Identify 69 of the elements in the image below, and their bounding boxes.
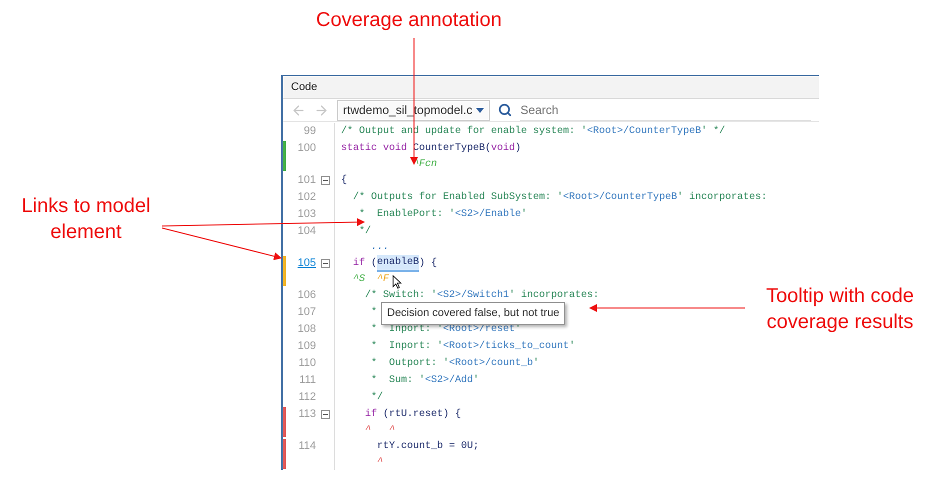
- line-number: 99: [304, 124, 316, 140]
- line-number: 100: [298, 141, 316, 156]
- line-number: 107: [298, 305, 316, 320]
- coverage-annotation[interactable]: ^S: [341, 272, 366, 287]
- code-token: ': [473, 374, 480, 388]
- caret-icon: [476, 108, 484, 112]
- collapse-icon[interactable]: [321, 410, 330, 419]
- code-token: * Sum: ': [370, 374, 426, 388]
- model-link[interactable]: <Root>/CounterTypeB: [563, 190, 678, 205]
- line-number: 114: [298, 439, 316, 454]
- code-token: */: [358, 224, 372, 239]
- collapse-icon[interactable]: [321, 259, 330, 268]
- code-token: (rtU.reset) {: [383, 408, 462, 422]
- line-number: 108: [298, 322, 316, 338]
- code-token: (: [371, 256, 378, 271]
- code-token: * Outport: ': [370, 356, 450, 371]
- coverage-annotation[interactable]: ^: [371, 423, 396, 438]
- coverage-annotation[interactable]: ^: [341, 423, 372, 438]
- line-number: 109: [298, 339, 316, 354]
- code-token: rtY.count_b = 0U;: [376, 440, 480, 454]
- code-token: if: [364, 408, 378, 422]
- model-link[interactable]: <S2>/Add: [425, 373, 474, 388]
- callout-label: Links to model element: [20, 194, 152, 245]
- line-number[interactable]: 105: [298, 255, 316, 272]
- code-token: ): [515, 142, 522, 156]
- line-number: 110: [298, 356, 316, 372]
- search-field[interactable]: Search: [520, 100, 811, 120]
- code-token: if: [352, 256, 366, 271]
- tooltip: Decision covered false, but not true: [381, 302, 566, 324]
- code-token: {: [341, 174, 348, 188]
- code-token: ' incorporates:: [509, 288, 600, 303]
- code-token: static void: [341, 142, 408, 156]
- window-title: Code: [291, 80, 318, 95]
- code-token: void: [491, 142, 516, 156]
- model-link[interactable]: <Root>/ticks_to_count: [443, 339, 570, 354]
- code-token: * Inport: ': [370, 340, 444, 354]
- model-link[interactable]: <Root>/reset: [443, 322, 516, 337]
- code-token: ': [569, 340, 576, 354]
- line-number: 113: [298, 407, 316, 422]
- code-token: CounterTypeB(: [413, 142, 492, 156]
- search-icon: [498, 103, 512, 117]
- code-token: /* Switch: ': [364, 288, 438, 303]
- line-number: 106: [298, 288, 316, 304]
- model-link[interactable]: <Root>/count_b: [449, 356, 534, 371]
- code-token: ': [533, 356, 540, 371]
- code-token: */: [370, 390, 384, 405]
- code-token: ': [521, 208, 528, 222]
- line-number: 111: [299, 373, 316, 388]
- pointer-icon: [392, 275, 402, 289]
- code-token: * EnablePort: ': [358, 208, 456, 222]
- model-link[interactable]: <S2>/Switch1: [437, 288, 510, 303]
- line-number: 103: [298, 207, 316, 222]
- callout-label: Tooltip with code coverage results: [765, 284, 915, 335]
- code-token: /* Outputs for Enabled SubSystem: ': [352, 190, 564, 205]
- coverage-annotation[interactable]: ^: [341, 455, 384, 470]
- line-number: 104: [298, 224, 316, 240]
- line-number: 112: [298, 390, 316, 406]
- code-token: ' */: [701, 124, 726, 139]
- callout-label: Coverage annotation: [316, 8, 502, 33]
- code-token: ) {: [419, 256, 438, 271]
- line-number: 102: [298, 190, 316, 206]
- code-token: *: [370, 306, 378, 320]
- collapse-icon[interactable]: [321, 176, 330, 185]
- model-link[interactable]: <S2>/Enable: [455, 207, 522, 222]
- line-number: 101: [298, 173, 316, 188]
- model-link[interactable]: <Root>/CounterTypeB: [587, 124, 702, 139]
- code-token: enableB: [377, 255, 420, 272]
- code-token: ' incorporates:: [677, 190, 768, 205]
- coverage-annotation[interactable]: ...: [341, 240, 390, 255]
